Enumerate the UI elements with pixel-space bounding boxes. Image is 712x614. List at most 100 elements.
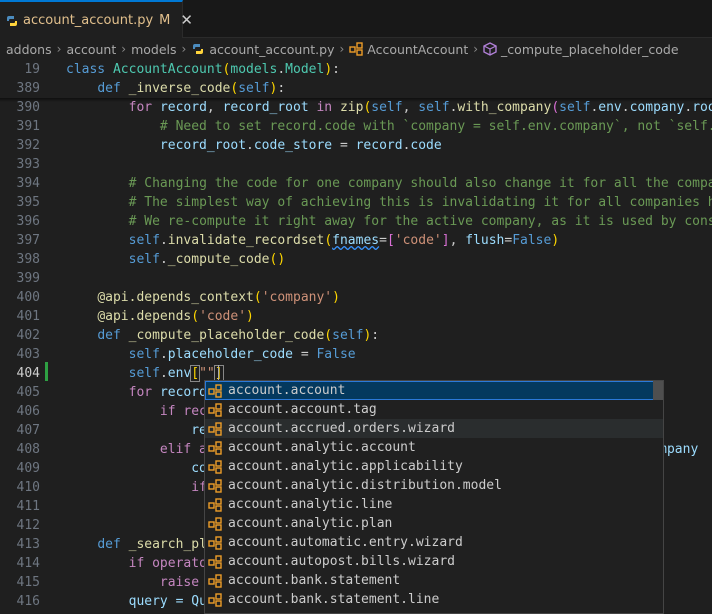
close-icon[interactable]: ✕	[180, 11, 193, 29]
breadcrumb-method[interactable]: _compute_placeholder_code	[501, 42, 678, 57]
line-number: 405	[16, 385, 40, 400]
code-fragment: if rec	[159, 404, 207, 419]
line-number: 395	[16, 195, 40, 210]
string-literal: 'code'	[199, 309, 247, 324]
modified-indicator: M	[159, 12, 171, 28]
breadcrumb-models[interactable]: models	[131, 42, 176, 57]
code-comment: # We re-compute it right away for the ac…	[128, 214, 712, 229]
line-number: 19	[24, 62, 40, 77]
class-symbol-icon	[205, 533, 225, 552]
code-fragment: raise	[159, 575, 200, 590]
suggestion-widget[interactable]: account.account account.account.tag acco…	[204, 380, 664, 614]
string-literal: 'code'	[394, 233, 442, 248]
line-number: 411	[16, 499, 40, 514]
line-number: 396	[16, 214, 40, 229]
class-symbol-icon	[205, 552, 225, 571]
line-number: 415	[16, 575, 40, 590]
line-number: 389	[16, 81, 40, 96]
code-fragment: elif a	[159, 442, 207, 457]
suggestion-label: account.analytic.distribution.model	[228, 478, 502, 493]
line-number: 399	[16, 271, 40, 286]
class-symbol-icon	[205, 457, 225, 476]
suggestion-label: account.analytic.plan	[228, 516, 393, 531]
line-number: 413	[16, 537, 40, 552]
line-number: 408	[16, 442, 40, 457]
suggestion-label: account.analytic.applicability	[228, 459, 463, 474]
line-number: 391	[16, 119, 40, 134]
suggestion-scrollbar[interactable]	[653, 381, 663, 400]
string-literal: 'company'	[261, 290, 333, 305]
suggestion-item[interactable]: account.bank.statement	[205, 571, 663, 590]
line-number: 407	[16, 423, 40, 438]
suggestion-item[interactable]: account.accrued.orders.wizard	[205, 419, 663, 438]
line-number: 394	[16, 176, 40, 191]
suggestion-item[interactable]: account.analytic.applicability	[205, 457, 663, 476]
line-number: 414	[16, 556, 40, 571]
chevron-right-icon: ›	[339, 42, 345, 56]
line-number: 412	[16, 518, 40, 533]
breadcrumb-class[interactable]: AccountAccount	[367, 42, 468, 57]
suggestion-label: account.account	[228, 383, 346, 398]
git-change-marker	[45, 362, 48, 381]
class-symbol-icon	[205, 381, 225, 400]
suggestion-label: account.analytic.account	[228, 440, 416, 455]
line-number-current: 404	[16, 366, 40, 381]
line-number: 397	[16, 233, 40, 248]
suggestion-label: account.accrued.orders.wizard	[228, 421, 455, 436]
class-symbol-icon	[205, 400, 225, 419]
code-comment: # Need to set record.code with `company …	[159, 119, 712, 134]
tab-bar: account_account.py M ✕	[0, 0, 712, 38]
suggestion-label: account.analytic.line	[228, 497, 393, 512]
line-number: 401	[16, 309, 40, 324]
suggestion-item[interactable]: account.account.tag	[205, 400, 663, 419]
suggestion-item[interactable]: account.autopost.bills.wizard	[205, 552, 663, 571]
class-symbol-icon	[205, 514, 225, 533]
suggestion-item[interactable]: account.bank.statement.line	[205, 590, 663, 609]
python-file-icon	[191, 42, 205, 56]
tab-account-account[interactable]: account_account.py M ✕	[0, 0, 193, 38]
line-number: 398	[16, 252, 40, 267]
line-number: 403	[16, 347, 40, 362]
line-number: 406	[16, 404, 40, 419]
suggestion-label: account.automatic.entry.wizard	[228, 535, 463, 550]
python-file-icon	[5, 13, 19, 27]
class-symbol-icon	[205, 438, 225, 457]
class-symbol-icon	[205, 571, 225, 590]
suggestion-item[interactable]: account.analytic.plan	[205, 514, 663, 533]
line-number: 409	[16, 461, 40, 476]
line-number: 392	[16, 138, 40, 153]
code-comment: # Changing the code for one company shou…	[128, 176, 712, 191]
suggestion-item[interactable]: account.automatic.entry.wizard	[205, 533, 663, 552]
chevron-right-icon: ›	[181, 42, 187, 56]
line-number: 416	[16, 594, 40, 609]
suggestion-item[interactable]: account.account	[205, 381, 663, 400]
suggestion-item[interactable]: account.analytic.distribution.model	[205, 476, 663, 495]
suggestion-label: account.account.tag	[228, 402, 377, 417]
suggestion-item[interactable]: account.analytic.line	[205, 495, 663, 514]
breadcrumb-file[interactable]: account_account.py	[209, 42, 334, 57]
breadcrumb-account[interactable]: account	[66, 42, 116, 57]
chevron-right-icon: ›	[56, 42, 62, 56]
line-number: 410	[16, 480, 40, 495]
class-symbol-icon	[205, 419, 225, 438]
line-number: 402	[16, 328, 40, 343]
chevron-right-icon: ›	[473, 42, 479, 56]
line-number: 393	[16, 157, 40, 172]
breadcrumb-addons[interactable]: addons	[6, 42, 52, 57]
class-symbol-icon	[205, 495, 225, 514]
class-symbol-icon	[205, 476, 225, 495]
line-number: 400	[16, 290, 40, 305]
code-fragment: if operato	[128, 556, 207, 571]
class-symbol-icon	[205, 590, 225, 609]
breadcrumb: addons › account › models › account_acco…	[0, 38, 712, 60]
class-symbol-icon	[349, 42, 363, 56]
method-symbol-icon	[483, 42, 497, 56]
tab-label: account_account.py	[23, 12, 154, 28]
suggestion-label: account.bank.statement.line	[228, 592, 440, 607]
chevron-right-icon: ›	[121, 42, 127, 56]
suggestion-item[interactable]: account.analytic.account	[205, 438, 663, 457]
code-fragment: _search_pl	[128, 537, 207, 552]
suggestion-label: account.autopost.bills.wizard	[228, 554, 455, 569]
code-fragment: query = Qu	[128, 594, 207, 609]
text-cursor	[218, 365, 219, 381]
